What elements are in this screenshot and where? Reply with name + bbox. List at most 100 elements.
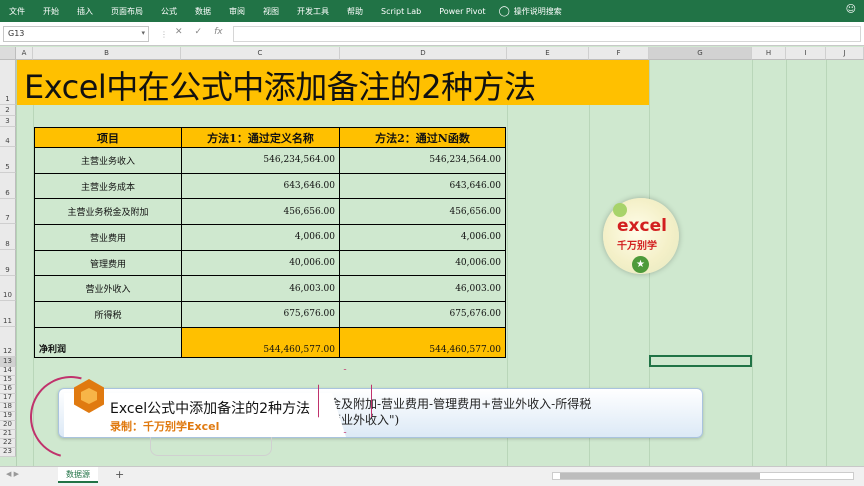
tab-formulas[interactable]: 公式 [152,6,186,17]
method2-cell[interactable]: 456,656.00 [339,198,506,226]
table-row: 营业费用 4,006.00 4,006.00 [34,224,506,251]
chevron-down-icon[interactable]: ▾ [141,29,145,37]
select-all-corner[interactable] [0,47,16,60]
tab-developer[interactable]: 开发工具 [288,6,338,17]
cancel-icon[interactable]: ✕ [175,27,183,37]
row-header[interactable]: 2 [0,105,16,116]
method1-cell[interactable]: 546,234,564.00 [181,147,340,174]
col-header-e[interactable]: E [507,47,589,60]
insert-function-icon[interactable]: fx [214,27,223,37]
total-method2-cell[interactable]: 544,460,577.00 [339,326,506,358]
lightbulb-icon: ◯ [498,5,510,17]
col-header-b[interactable]: B [33,47,181,60]
table-header-row: 项目 方法1：通过定义名称 方法2：通过N函数 [34,127,506,148]
star-icon: ★ [632,256,649,273]
tab-view[interactable]: 视图 [254,6,288,17]
col-header-f[interactable]: F [589,47,649,60]
method1-cell[interactable]: 4,006.00 [181,224,340,251]
name-box-value: G13 [8,29,25,38]
ribbon-tabs: 文件 开始 插入 页面布局 公式 数据 审阅 视图 开发工具 帮助 Script… [0,0,864,22]
row-header[interactable]: 10 [0,276,16,301]
method1-cell[interactable]: 675,676.00 [181,301,340,328]
sheet-tab-data-source[interactable]: 数据源 [58,467,98,483]
channel-logo: excel 千万别学 ★ [603,198,679,274]
tab-home[interactable]: 开始 [34,6,68,17]
col-header-c[interactable]: C [181,47,340,60]
gear-icon [613,203,627,217]
enter-icon[interactable]: ✓ [195,27,203,37]
data-table: 项目 方法1：通过定义名称 方法2：通过N函数 主营业务收入 546,234,5… [34,127,506,358]
tab-help[interactable]: 帮助 [338,6,372,17]
item-cell[interactable]: 营业费用 [34,224,182,251]
caption-title: Excel公式中添加备注的2种方法 [110,401,310,417]
user-icon[interactable]: ☺ [846,4,856,15]
tab-page-layout[interactable]: 页面布局 [102,6,152,17]
method2-cell[interactable]: 46,003.00 [339,275,506,303]
row-header[interactable]: 7 [0,199,16,224]
table-header-cell[interactable]: 方法2：通过N函数 [339,127,506,148]
tab-data[interactable]: 数据 [186,6,220,17]
item-cell[interactable]: 管理费用 [34,249,182,277]
row-header[interactable]: 3 [0,116,16,127]
row-header[interactable]: 6 [0,173,16,199]
row-header[interactable]: 4 [0,127,16,147]
col-header-g[interactable]: G [649,47,752,60]
grid-line [752,60,753,466]
table-header-cell[interactable]: 项目 [34,127,182,148]
col-header-h[interactable]: H [752,47,786,60]
total-method1-cell[interactable]: 544,460,577.00 [181,326,340,358]
active-cell-g13[interactable] [649,355,752,367]
table-row: 所得税 675,676.00 675,676.00 [34,301,506,328]
col-header-d[interactable]: D [340,47,507,60]
row-header[interactable]: 1 [0,60,16,105]
sheet-title: Excel中在公式中添加备注的2种方法 [24,68,536,106]
item-cell[interactable]: 营业外收入 [34,275,182,303]
formula-bar: G13 ▾ ⋮ ✕ ✓ fx [0,22,864,46]
table-header-cell[interactable]: 方法1：通过定义名称 [181,127,340,148]
col-header-a[interactable]: A [16,47,33,60]
method1-cell[interactable]: 643,646.00 [181,172,340,200]
col-header-i[interactable]: I [786,47,826,60]
grid-line [786,60,787,466]
method2-cell[interactable]: 4,006.00 [339,224,506,251]
name-box[interactable]: G13 ▾ [3,26,149,42]
tab-file[interactable]: 文件 [0,6,34,17]
sheet-nav-arrows-icon[interactable]: ◀ ▶ [6,470,19,478]
total-label-cell[interactable]: 净利润 [34,326,182,358]
tab-script-lab[interactable]: Script Lab [372,7,430,16]
method1-cell[interactable]: 46,003.00 [181,275,340,303]
method1-cell[interactable]: 40,006.00 [181,249,340,277]
tell-me-search[interactable]: 操作说明搜索 [514,6,571,17]
logo-text-excel: excel [617,216,667,236]
formula-actions: ✕ ✓ fx [175,27,223,37]
table-row: 管理费用 40,006.00 40,006.00 [34,249,506,277]
add-sheet-icon[interactable]: + [115,468,124,481]
logo-text-channel: 千万别学 [617,241,657,252]
item-cell[interactable]: 所得税 [34,301,182,328]
item-cell[interactable]: 主营业务收入 [34,147,182,174]
grid-line [826,60,827,466]
col-header-j[interactable]: J [826,47,864,60]
table-row: 主营业务成本 643,646.00 643,646.00 [34,172,506,200]
row-header[interactable]: 9 [0,250,16,276]
tab-power-pivot[interactable]: Power Pivot [430,7,494,16]
method2-cell[interactable]: 546,234,564.00 [339,147,506,174]
row-header[interactable]: 23 [0,447,16,457]
formula-input[interactable] [233,26,861,42]
item-cell[interactable]: 主营业务税金及附加 [34,198,182,226]
scrollbar-thumb[interactable] [560,473,760,479]
row-header[interactable]: 11 [0,301,16,327]
tab-review[interactable]: 审阅 [220,6,254,17]
table-row: 营业外收入 46,003.00 46,003.00 [34,275,506,303]
row-header[interactable]: 5 [0,147,16,173]
row-header[interactable]: 12 [0,327,16,357]
row-header[interactable]: 8 [0,224,16,250]
method2-cell[interactable]: 40,006.00 [339,249,506,277]
method1-cell[interactable]: 456,656.00 [181,198,340,226]
video-caption: Excel公式中添加备注的2种方法 录制：千万别学Excel [64,393,346,437]
item-cell[interactable]: 主营业务成本 [34,172,182,200]
tab-insert[interactable]: 插入 [68,6,102,17]
method2-cell[interactable]: 643,646.00 [339,172,506,200]
method2-cell[interactable]: 675,676.00 [339,301,506,328]
table-row: 主营业务收入 546,234,564.00 546,234,564.00 [34,147,506,174]
